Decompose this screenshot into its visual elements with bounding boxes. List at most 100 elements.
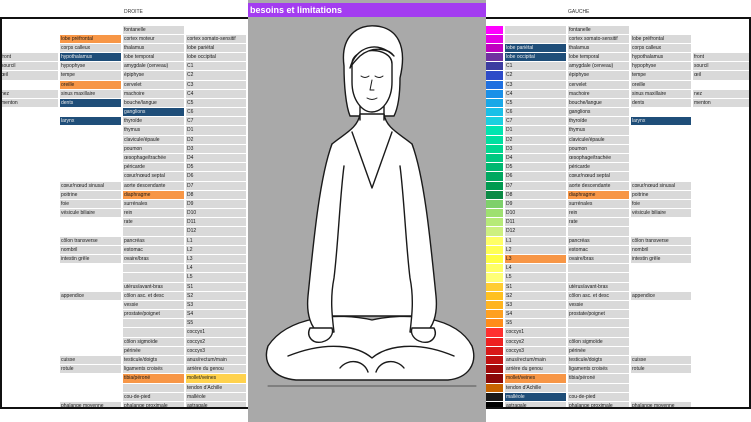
cell-col-b: côlon transverse bbox=[60, 236, 121, 245]
cell-col-c: fontanelle bbox=[568, 25, 629, 34]
cell-col-d: L2 bbox=[186, 245, 246, 254]
cell-col-c: thalamus bbox=[123, 43, 184, 53]
cell-col-c: fontanelle bbox=[123, 25, 184, 34]
vertebra-color-swatch bbox=[486, 181, 503, 190]
cell-col-b: tempe bbox=[60, 71, 121, 80]
cell-col-c: thalamus bbox=[568, 43, 629, 53]
cell-col-b: mollet/veines bbox=[505, 374, 566, 383]
cell-col-d: sinus maxillaire bbox=[631, 89, 691, 98]
cell-col-c: thymus bbox=[123, 126, 184, 135]
cell-col-c: cou-de-pied bbox=[123, 392, 184, 401]
cell-col-d: oreille bbox=[631, 80, 691, 89]
vertebra-color-swatch bbox=[486, 108, 503, 117]
cell-col-d: coccyx3 bbox=[186, 346, 246, 355]
vertebra-color-swatch bbox=[486, 346, 503, 355]
cell-col-c: périnée bbox=[568, 346, 629, 355]
column-header-gauche: GAUCHE bbox=[568, 9, 590, 15]
vertebra-color-swatch bbox=[486, 117, 503, 126]
cell-col-d: astragale bbox=[186, 401, 246, 408]
cell-col-c: côlon asc. et desc bbox=[123, 291, 184, 300]
cell-col-c: rein bbox=[568, 209, 629, 218]
cell-col-d: coccyx2 bbox=[186, 337, 246, 346]
cell-col-b: corps calleux bbox=[60, 43, 121, 53]
cell-col-b: lobe préfrontal bbox=[60, 34, 121, 43]
cell-col-c: cœur/nœud septal bbox=[568, 172, 629, 181]
cell-col-b: L3 bbox=[505, 255, 566, 264]
cell-col-b: hypophyse bbox=[60, 62, 121, 71]
cell-col-a: œil bbox=[0, 71, 58, 80]
cell-col-d: D10 bbox=[186, 209, 246, 218]
cell-col-b: anus/rectum/main bbox=[505, 355, 566, 365]
cell-col-d: malléole bbox=[186, 392, 246, 401]
cell-col-c: rate bbox=[568, 218, 629, 227]
vertebra-color-swatch bbox=[486, 365, 503, 374]
cell-col-c: poumon bbox=[123, 144, 184, 154]
vertebra-color-swatch bbox=[486, 209, 503, 218]
cell-col-e: nez bbox=[693, 89, 749, 98]
cell-col-c: prostate/poignet bbox=[568, 310, 629, 319]
cell-col-d: L3 bbox=[186, 255, 246, 264]
cell-col-d: D5 bbox=[186, 163, 246, 172]
cell-col-c: ligaments croisés bbox=[568, 365, 629, 374]
cell-col-b: S3 bbox=[505, 300, 566, 310]
cell-col-b: malléole bbox=[505, 392, 566, 401]
cell-col-c: machoire bbox=[568, 89, 629, 98]
cell-col-d: hypophyse bbox=[631, 62, 691, 71]
cell-col-c: aorte descendante bbox=[123, 181, 184, 190]
vertebra-color-swatch bbox=[486, 401, 503, 408]
cell-col-b: nombril bbox=[60, 245, 121, 254]
cell-col-c: aorte descendante bbox=[568, 181, 629, 190]
vertebra-color-swatch bbox=[486, 163, 503, 172]
cell-col-b: D11 bbox=[505, 218, 566, 227]
cell-col-c bbox=[568, 319, 629, 328]
cell-col-c: vessie bbox=[568, 300, 629, 310]
cell-col-b: L2 bbox=[505, 245, 566, 254]
vertebra-color-swatch bbox=[486, 227, 503, 236]
cell-col-b: sinus maxillaire bbox=[60, 89, 121, 98]
cell-col-c: lobe temporal bbox=[123, 53, 184, 62]
cell-col-c: clavicule/épaule bbox=[123, 135, 184, 144]
cell-col-d: arrière du genou bbox=[186, 365, 246, 374]
cell-col-b: L1 bbox=[505, 236, 566, 245]
cell-col-c: clavicule/épaule bbox=[568, 135, 629, 144]
cell-col-d: C1 bbox=[186, 62, 246, 71]
cell-col-b: dents bbox=[60, 98, 121, 108]
cell-col-c: amygdale (cerveau) bbox=[123, 62, 184, 71]
vertebra-color-swatch bbox=[486, 383, 503, 392]
vertebra-color-swatch bbox=[486, 310, 503, 319]
cell-col-d: hypothalamus bbox=[631, 53, 691, 62]
cell-col-b: C4 bbox=[505, 89, 566, 98]
cell-col-b: D8 bbox=[505, 190, 566, 199]
cell-col-c bbox=[568, 383, 629, 392]
cell-col-c: ganglions bbox=[568, 108, 629, 117]
cell-col-b: coccyx1 bbox=[505, 328, 566, 337]
cell-col-b: rotule bbox=[60, 365, 121, 374]
cell-col-a: front bbox=[0, 53, 58, 62]
cell-col-c: utérus/avant-bras bbox=[568, 282, 629, 291]
cell-col-c: testicule/doigts bbox=[568, 355, 629, 365]
cell-col-c: pancréas bbox=[568, 236, 629, 245]
cell-col-d: C2 bbox=[186, 71, 246, 80]
right-side-table: DROITE fontanelle lobe préfrontal cortex m… bbox=[0, 0, 248, 408]
cell-col-d: cuisse bbox=[631, 355, 691, 365]
cell-col-b: intestin grêle bbox=[60, 255, 121, 264]
vertebra-color-swatch bbox=[486, 80, 503, 89]
cell-col-d: rotule bbox=[631, 365, 691, 374]
cell-col-c: pancréas bbox=[123, 236, 184, 245]
cell-col-d: anus/rectum/main bbox=[186, 355, 246, 365]
cell-col-d: cortex somato-sensitif bbox=[186, 34, 246, 43]
cell-col-c: ganglions bbox=[123, 108, 184, 117]
vertebra-color-swatch bbox=[486, 135, 503, 144]
cell-col-b: coccyx2 bbox=[505, 337, 566, 346]
cell-col-c: vessie bbox=[123, 300, 184, 310]
vertebra-color-swatch bbox=[486, 199, 503, 209]
cell-col-c: machoire bbox=[123, 89, 184, 98]
cell-col-c bbox=[568, 328, 629, 337]
cell-col-e: menton bbox=[693, 98, 749, 108]
cell-col-b: cœur/nœud sinusal bbox=[60, 181, 121, 190]
cell-col-b: D3 bbox=[505, 144, 566, 154]
cell-col-c: côlon asc. et desc bbox=[568, 291, 629, 300]
vertebra-color-swatch bbox=[486, 43, 503, 53]
cell-col-d: dents bbox=[631, 98, 691, 108]
vertebra-color-swatch bbox=[486, 245, 503, 254]
